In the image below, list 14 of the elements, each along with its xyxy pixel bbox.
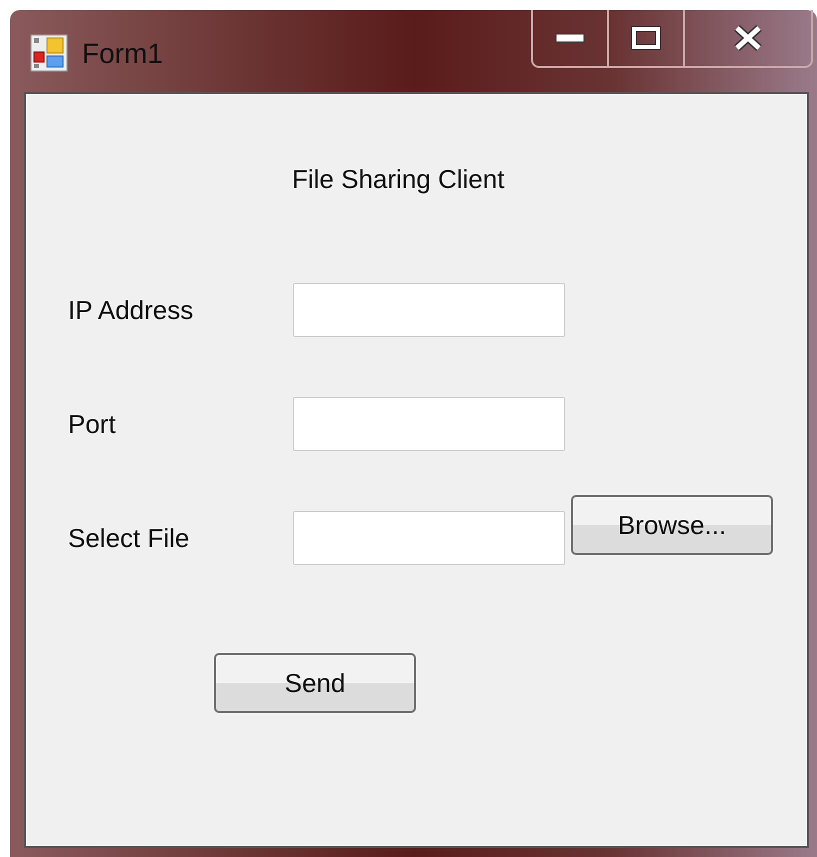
minimize-icon <box>555 32 585 44</box>
input-field[interactable] <box>293 511 565 565</box>
form-heading: File Sharing Client <box>292 164 506 195</box>
app-icon <box>30 34 68 72</box>
field-label: Select File <box>68 522 190 554</box>
window-title: Form1 <box>82 38 163 70</box>
field-label: Port <box>68 408 117 440</box>
browse-button[interactable]: Browse... <box>571 495 773 555</box>
close-icon <box>733 25 763 51</box>
input-field[interactable] <box>293 397 565 451</box>
maximize-icon <box>631 26 661 50</box>
input-field[interactable] <box>293 283 565 337</box>
send-button[interactable]: Send <box>214 653 416 713</box>
field-label: IP Address <box>68 294 194 326</box>
